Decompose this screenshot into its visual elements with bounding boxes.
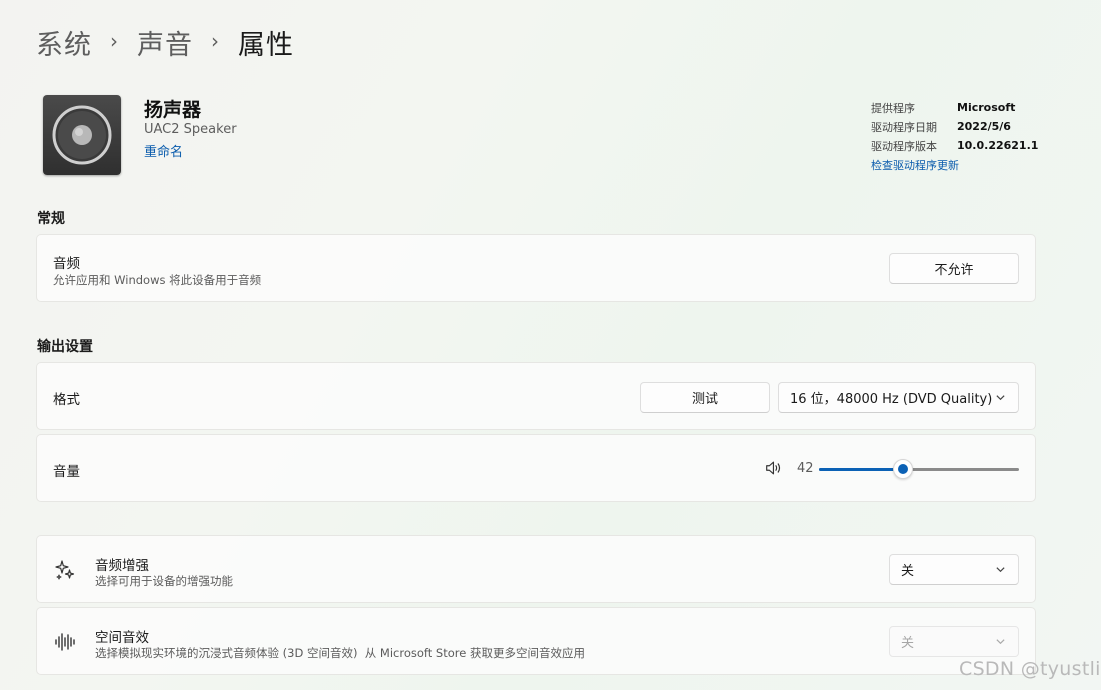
driver-provider-value: Microsoft [957,101,1016,114]
driver-version-label: 驱动程序版本 [871,139,937,153]
format-title: 格式 [53,392,80,408]
chevron-down-icon [996,639,1005,645]
format-dropdown[interactable]: 16 位，48000 Hz (DVD Quality) [778,382,1019,413]
spatial-dropdown-value: 关 [901,636,915,651]
sound-wave-icon [55,633,75,651]
chevron-down-icon [996,567,1005,573]
enhancements-title: 音频增强 [95,558,149,574]
spatial-subtitle: 选择模拟现实环境的沉浸式音频体验 (3D 空间音效) 从 Microsoft S… [95,646,585,660]
volume-slider-fill [819,468,903,471]
disallow-audio-button[interactable]: 不允许 [889,253,1019,284]
audio-card: 音频 允许应用和 Windows 将此设备用于音频 不允许 [36,234,1036,302]
format-card: 格式 测试 16 位，48000 Hz (DVD Quality) [36,362,1036,430]
audio-title: 音频 [53,256,80,272]
spatial-dropdown: 关 [889,626,1019,657]
section-title-general: 常规 [37,211,65,227]
test-button[interactable]: 测试 [640,382,770,413]
device-model: UAC2 Speaker [144,122,237,137]
chevron-down-icon [996,395,1005,401]
audio-enhancements-card: 音频增强 选择可用于设备的增强功能 关 [36,535,1036,603]
spatial-title: 空间音效 [95,630,149,646]
rename-link[interactable]: 重命名 [144,141,183,160]
volume-card: 音量 42 [36,434,1036,502]
watermark: CSDN @tyustli [959,658,1101,680]
breadcrumb-separator: › [110,29,119,53]
speaker-device-icon [43,95,121,175]
breadcrumb-system[interactable]: 系统 [36,23,92,62]
volume-slider-thumb[interactable] [893,459,913,479]
enhancements-dropdown-value: 关 [901,564,915,579]
driver-version-value: 10.0.22621.1 [957,139,1039,152]
driver-date-label: 驱动程序日期 [871,120,937,134]
speaker-volume-icon[interactable] [764,459,782,477]
enhancements-subtitle: 选择可用于设备的增强功能 [95,574,233,588]
volume-title: 音量 [53,464,80,480]
driver-provider-label: 提供程序 [871,101,915,115]
device-name: 扬声器 [144,99,202,121]
breadcrumb-separator: › [211,29,220,53]
check-driver-update-link[interactable]: 检查驱动程序更新 [871,157,1038,173]
driver-info: 提供程序 Microsoft 驱动程序日期 2022/5/6 驱动程序版本 10… [871,98,1038,173]
breadcrumb: 系统 › 声音 › 属性 [36,22,294,62]
enhancements-dropdown[interactable]: 关 [889,554,1019,585]
volume-slider[interactable] [819,457,1019,481]
audio-subtitle: 允许应用和 Windows 将此设备用于音频 [53,273,262,287]
driver-date-value: 2022/5/6 [957,120,1011,133]
format-dropdown-value: 16 位，48000 Hz (DVD Quality) [790,392,993,407]
section-title-output: 输出设置 [37,339,93,355]
sparkle-icon [55,560,75,580]
breadcrumb-sound[interactable]: 声音 [137,23,193,62]
volume-value: 42 [797,461,814,476]
page-title: 属性 [238,29,294,61]
spatial-sound-card: 空间音效 选择模拟现实环境的沉浸式音频体验 (3D 空间音效) 从 Micros… [36,607,1036,675]
